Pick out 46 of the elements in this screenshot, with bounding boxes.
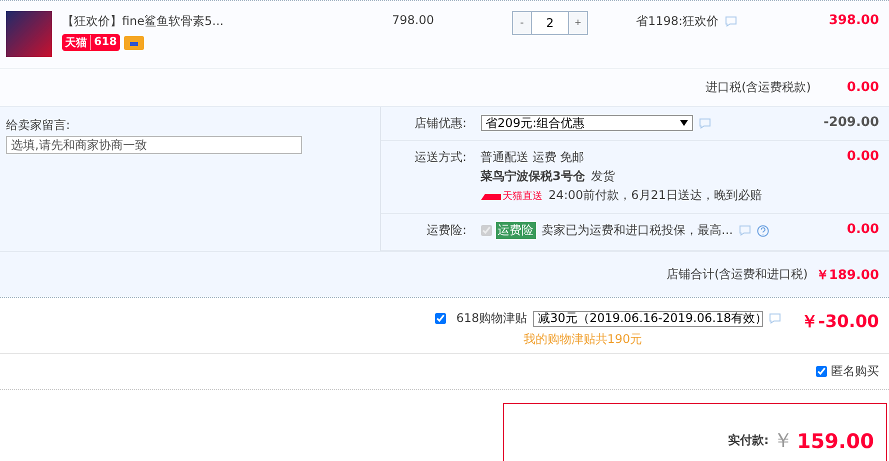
insurance-tag: 运费险 <box>496 222 536 239</box>
allowance-label: 618购物津贴 <box>456 310 528 327</box>
subtotal: 398.00 <box>828 13 879 28</box>
payment-label: 实付款: <box>728 432 769 449</box>
shipping-label: 运送方式: <box>414 149 468 166</box>
discount-select[interactable]: 省209元:组合优惠 <box>480 115 693 131</box>
warehouse-suffix: 发货 <box>590 168 615 185</box>
shipping-value: 0.00 <box>846 149 879 164</box>
help-icon[interactable] <box>757 224 769 236</box>
store-discount-label: 店铺优惠: <box>414 115 468 132</box>
decrease-button[interactable]: - <box>513 12 531 34</box>
message-label: 给卖家留言: <box>6 117 72 134</box>
insurance-value: 0.00 <box>846 222 879 237</box>
import-tax-value: 0.00 <box>846 80 879 95</box>
warehouse-name: 菜鸟宁波保税3号仓 <box>480 168 585 185</box>
comment-icon[interactable] <box>739 225 751 236</box>
allowance-value: ￥-30.00 <box>801 311 879 334</box>
caret-icon <box>680 120 688 126</box>
allowance-note: 我的购物津贴共190元 <box>523 331 644 348</box>
increase-button[interactable]: + <box>569 12 587 34</box>
product-title[interactable]: 【狂欢价】fine鲨鱼软骨素5... <box>62 13 392 30</box>
shipping-method: 普通配送 运费 免邮 <box>480 149 586 166</box>
insurance-label: 运费险: <box>426 222 468 239</box>
anonymous-checkbox[interactable] <box>816 366 827 377</box>
allowance-checkbox[interactable] <box>435 313 446 324</box>
insurance-text: 卖家已为运费和进口税投保，最高... <box>542 222 733 239</box>
allowance-select[interactable]: 减30元（2019.06.16-2019.06.18有效） <box>533 310 764 326</box>
promo-text: 省1198:狂欢价 <box>636 13 719 30</box>
payment-amount: 159.00 <box>796 428 874 452</box>
anonymous-label: 匿名购买 <box>831 363 879 380</box>
message-field[interactable]: 选填,请先和商家协商一致 <box>6 136 302 154</box>
unit-price: 798.00 <box>392 12 435 27</box>
comment-icon[interactable] <box>724 16 737 27</box>
product-image[interactable] <box>6 11 52 57</box>
tmall-direct-badge: 天猫直送 <box>480 188 543 202</box>
comment-icon[interactable] <box>769 313 782 324</box>
delivery-promise: 24:00前付款，6月21日送达，晚到必赔 <box>548 187 762 204</box>
store-total-value: ￥189.00 <box>816 266 879 284</box>
tmall-618-badge: 天猫 618 <box>62 34 120 51</box>
quantity-input[interactable]: 2 <box>531 12 569 34</box>
currency-symbol: ￥ <box>772 427 793 454</box>
card-icon <box>124 36 144 50</box>
store-total-label: 店铺合计(含运费和进口税) <box>666 266 808 283</box>
comment-icon[interactable] <box>698 118 711 128</box>
store-discount-value: -209.00 <box>823 115 879 130</box>
import-tax-label: 进口税(含运费税款) <box>706 79 811 96</box>
